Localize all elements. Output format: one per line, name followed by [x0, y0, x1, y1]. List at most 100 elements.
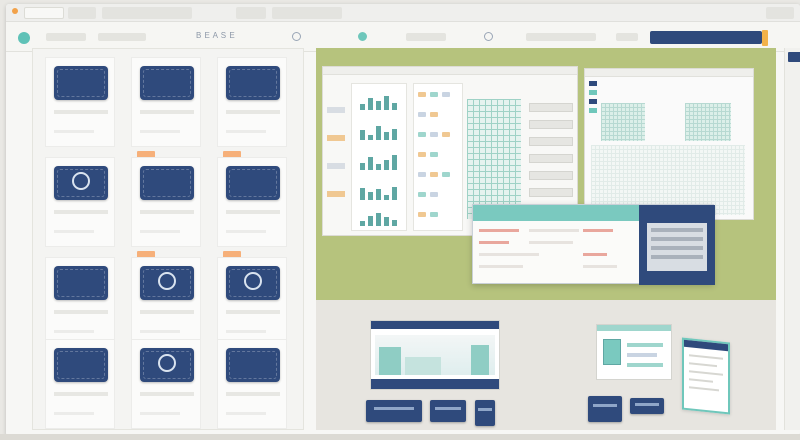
card-meta-line: [140, 412, 180, 415]
cell-column: [413, 83, 463, 231]
lens-icon: [72, 172, 90, 190]
thumbnail-card[interactable]: [131, 157, 201, 247]
mini-chart: [356, 124, 404, 140]
app-window: B E A S E: [6, 4, 800, 436]
thumbnail-image: [226, 266, 280, 300]
thumbnail-card[interactable]: [131, 57, 201, 147]
lens-icon: [244, 272, 262, 290]
summary-card-line: [627, 353, 657, 357]
preview-footer: [371, 379, 499, 389]
thumbnail-grid: [32, 48, 304, 430]
card-meta-line: [140, 230, 180, 233]
toolbar-button[interactable]: [46, 33, 86, 41]
tablet-line: [689, 362, 717, 368]
thumbnail-image: [226, 348, 280, 382]
card-caption: [54, 310, 108, 314]
thumbnail-image: [54, 166, 108, 200]
thumbnail-card[interactable]: [131, 339, 201, 429]
card-caption: [54, 210, 108, 214]
thumbnail-image: [226, 66, 280, 100]
device-block[interactable]: [588, 396, 622, 422]
data-table-panel[interactable]: [584, 68, 754, 220]
thumbnail-card[interactable]: [217, 257, 287, 347]
mini-chart: [356, 154, 404, 170]
device-block[interactable]: [630, 398, 664, 414]
thumbnail-card[interactable]: [217, 339, 287, 429]
profile-icon[interactable]: [484, 32, 493, 41]
card-meta-line: [54, 130, 94, 133]
card-caption: [226, 110, 280, 114]
detail-dialog[interactable]: [472, 204, 715, 285]
tablet-line: [689, 370, 723, 376]
dialog-line: [479, 229, 519, 232]
tab-active[interactable]: [24, 7, 64, 19]
tab-3[interactable]: [102, 7, 192, 19]
thumbnail-image: [140, 266, 194, 300]
device-block[interactable]: [366, 400, 422, 422]
toolbar-button[interactable]: [526, 33, 596, 41]
tablet-line: [689, 378, 713, 383]
tablet-line: [689, 354, 723, 360]
thumbnail-image: [226, 166, 280, 200]
dialog-line: [479, 241, 509, 244]
thumbnail-image: [54, 348, 108, 382]
tab-4[interactable]: [236, 7, 266, 19]
primary-action-button[interactable]: [650, 31, 762, 44]
thumbnail-card[interactable]: [45, 339, 115, 429]
card-caption: [226, 310, 280, 314]
summary-card-image: [603, 339, 621, 365]
chart-column: [351, 83, 407, 231]
device-block[interactable]: [475, 400, 495, 426]
toolbar-label: B E A S E: [196, 31, 236, 40]
card-meta-line: [140, 130, 180, 133]
thumbnail-image: [54, 66, 108, 100]
toolbar-button[interactable]: [98, 33, 146, 41]
card-caption: [226, 392, 280, 396]
toolbar-button[interactable]: [616, 33, 638, 41]
dialog-preview-window: [647, 223, 707, 271]
preview-illustration: [375, 335, 495, 375]
tablet-header: [684, 339, 728, 352]
lens-icon: [158, 354, 176, 372]
settings-icon[interactable]: [292, 32, 301, 41]
dialog-line: [583, 265, 617, 268]
tab-5[interactable]: [272, 7, 342, 19]
tablet-mockup[interactable]: [682, 337, 730, 415]
dialog-line: [479, 253, 539, 256]
card-meta-line: [226, 130, 266, 133]
thumbnail-card[interactable]: [45, 157, 115, 247]
device-block[interactable]: [430, 400, 466, 422]
dialog-line: [529, 241, 573, 244]
card-caption: [54, 392, 108, 396]
thumbnail-card[interactable]: [45, 57, 115, 147]
tab-new[interactable]: [766, 7, 794, 19]
row-markers: [327, 107, 345, 207]
card-caption: [226, 210, 280, 214]
mini-chart: [356, 94, 404, 110]
share-icon[interactable]: [358, 32, 367, 41]
dialog-title: [473, 205, 639, 221]
card-caption: [140, 210, 194, 214]
card-meta-line: [226, 412, 266, 415]
thumbnail-card[interactable]: [217, 57, 287, 147]
card-meta-line: [54, 412, 94, 415]
preview-header: [371, 321, 499, 329]
dialog-line: [583, 253, 607, 256]
thumbnail-card[interactable]: [131, 257, 201, 347]
card-meta-line: [140, 330, 180, 333]
dialog-preview: [639, 205, 715, 285]
sidebar-button[interactable]: [788, 52, 800, 62]
thumbnail-card[interactable]: [217, 157, 287, 247]
tab-bar: [6, 4, 800, 22]
card-meta-line: [54, 330, 94, 333]
mini-chart: [356, 210, 404, 226]
tab-2[interactable]: [68, 7, 96, 19]
summary-card[interactable]: [596, 324, 672, 380]
thumbnail-card[interactable]: [45, 257, 115, 347]
side-tab[interactable]: [762, 30, 768, 46]
right-sidebar: [784, 48, 800, 430]
preview-window[interactable]: [370, 320, 500, 390]
summary-card-header: [597, 325, 671, 331]
thumbnail-image: [140, 66, 194, 100]
toolbar-button[interactable]: [406, 33, 446, 41]
